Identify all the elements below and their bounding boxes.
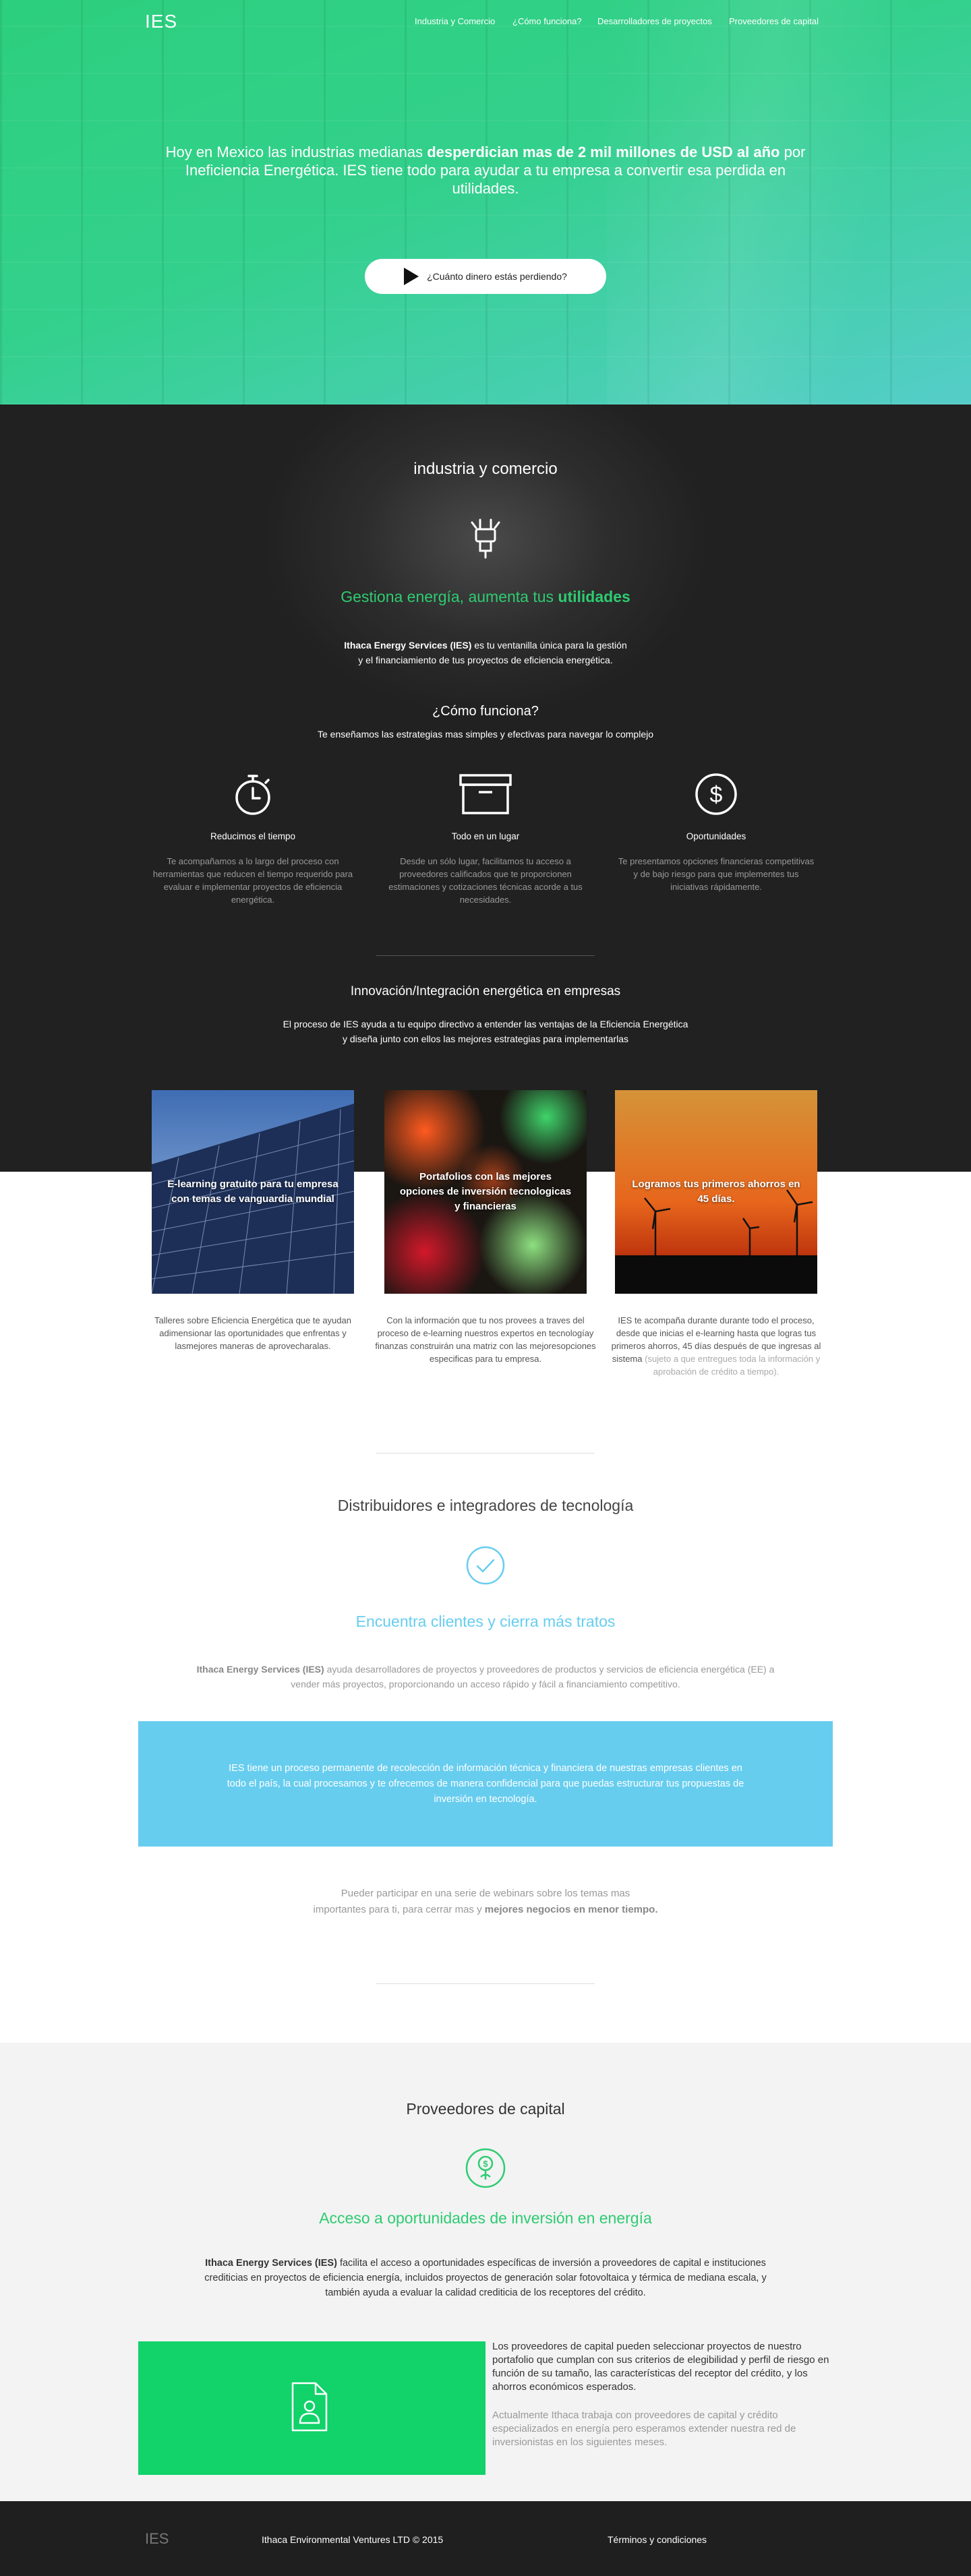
nav-proveedores[interactable]: Proveedores de capital	[729, 16, 819, 26]
footer-copyright: Ithaca Environmental Ventures LTD © 2015	[262, 2534, 444, 2545]
card-desc-note: (sujeto a que entregues toda la informac…	[645, 1354, 821, 1377]
section-divider	[376, 1983, 595, 1984]
how-subtitle: Te enseñamos las estrategias mas simples…	[317, 729, 654, 740]
intro-line-2: y el financiamiento de tus proyectos de …	[358, 655, 613, 665]
intro-line-2: vender más proyectos, proporcionando un …	[291, 1679, 680, 1689]
innovation-title: Innovación/Integración energética en emp…	[350, 984, 621, 998]
cta-label: ¿Cuánto dinero estás perdiendo?	[427, 271, 567, 282]
nav-industria[interactable]: Industria y Comercio	[415, 16, 495, 26]
feature-desc: Te presentamos opciones financieras comp…	[618, 856, 815, 892]
distribuidores-intro: Ithaca Energy Services (IES) ayuda desar…	[0, 1662, 971, 1691]
webinar-text: Pueder participar en una serie de webina…	[0, 1886, 971, 1918]
box-icon	[459, 774, 512, 814]
checkmark-icon	[466, 1546, 505, 1585]
section-divider	[376, 1453, 595, 1454]
industria-title: industria y comercio	[413, 460, 558, 478]
money-plant-icon: $	[465, 2148, 506, 2188]
feature-icon-wrap	[384, 771, 587, 818]
innovation-line-2: y diseña junto con ellos las mejores est…	[342, 1034, 629, 1044]
info-box-blue: IES tiene un proceso permanente de recol…	[138, 1721, 833, 1847]
document-icon	[291, 2382, 328, 2432]
feature-desc: Desde un sólo lugar, facilitamos tu acce…	[388, 856, 583, 905]
money-lost-button[interactable]: ¿Cuánto dinero estás perdiendo?	[365, 259, 606, 294]
intro-line-3: también ayuda a evaluar la calidad credi…	[325, 2287, 646, 2298]
svg-text:$: $	[710, 782, 723, 808]
footer-logo[interactable]: IES	[145, 2530, 169, 2548]
card-savings[interactable]: Logramos tus primeros ahorros en 45 días…	[615, 1090, 817, 1294]
intro-company: Ithaca Energy Services (IES)	[205, 2258, 337, 2269]
intro-company: Ithaca Energy Services (IES)	[344, 640, 472, 651]
plug-icon	[471, 518, 500, 559]
feature-icon-wrap	[152, 771, 354, 818]
stopwatch-icon	[235, 775, 270, 815]
card-elearning[interactable]: E-learning gratuito para tu empresa con …	[152, 1090, 354, 1294]
footer: IES Ithaca Environmental Ventures LTD © …	[0, 2501, 971, 2576]
distribuidores-title: Distribuidores e integradores de tecnolo…	[337, 1497, 634, 1514]
hero-text-pre: Hoy en Mexico las industrias medianas	[165, 144, 428, 160]
capital-title: Proveedores de capital	[406, 2100, 565, 2118]
main-nav: Industria y Comercio ¿Cómo funciona? Des…	[405, 16, 819, 30]
intro-line-1: es tu ventanilla única para la gestión	[471, 640, 627, 651]
intro-line-1: ayuda desarrolladores de proyectos y pro…	[324, 1664, 775, 1675]
tagline-bold: utilidades	[558, 588, 630, 605]
card-portfolios[interactable]: Portafolios con las mejores opciones de …	[384, 1090, 587, 1294]
svg-text:$: $	[483, 2159, 488, 2169]
site-logo[interactable]: IES	[145, 11, 177, 32]
nav-como-funciona[interactable]: ¿Cómo funciona?	[512, 16, 582, 26]
feature-opportunities: $ Oportunidades Te presentamos opciones …	[615, 771, 817, 893]
feature-icon-wrap: $	[615, 771, 817, 818]
feature-time: Reducimos el tiempo Te acompañamos a lo …	[152, 771, 354, 906]
card-desc-savings: IES te acompaña durante durante todo el …	[605, 1314, 827, 1378]
card-label: Portafolios con las mejores opciones de …	[399, 1171, 572, 1212]
feature-desc: Te acompañamos a lo largo del proceso co…	[152, 856, 353, 905]
hero-text-bold: desperdician mas de 2 mil millones de US…	[427, 144, 780, 160]
industria-tagline: Gestiona energía, aumenta tus utilidades	[0, 588, 971, 606]
intro-line-2: crediticias en proyectos de eficiencia e…	[204, 2273, 767, 2283]
card-desc-portfolios: Con la información que tu nos provees a …	[375, 1315, 596, 1364]
info-box-text: IES tiene un proceso permanente de recol…	[227, 1763, 744, 1805]
card-desc-elearning: Talleres sobre Eficiencia Energética que…	[154, 1315, 351, 1351]
webinar-line-2: importantes para ti, para cerrar mas y	[313, 1904, 485, 1915]
nav-desarrolladores[interactable]: Desarrolladores de proyectos	[597, 16, 712, 26]
capital-text-note: Actualmente Ithaca trabaja con proveedor…	[492, 2409, 796, 2448]
feature-title: Todo en un lugar	[451, 831, 520, 841]
card-label: Logramos tus primeros ahorros en 45 días…	[632, 1178, 800, 1205]
dollar-icon: $	[695, 773, 737, 815]
hero-section: IES Industria y Comercio ¿Cómo funciona?…	[0, 0, 971, 405]
webinar-line-1: Pueder participar en una serie de webina…	[341, 1888, 630, 1899]
intro-line-1: facilita el acceso a oportunidades espec…	[336, 2258, 766, 2269]
webinar-bold: mejores negocios en menor tiempo.	[484, 1904, 658, 1915]
terms-link[interactable]: Términos y condiciones	[608, 2534, 707, 2545]
card-label: E-learning gratuito para tu empresa con …	[167, 1178, 339, 1205]
section-divider	[376, 955, 595, 956]
capital-tagline: Acceso a oportunidades de inversión en e…	[319, 2209, 652, 2227]
industria-intro: Ithaca Energy Services (IES) es tu venta…	[0, 638, 971, 667]
tagline-pre: Gestiona energía, aumenta tus	[341, 588, 558, 605]
hero-light-overlay	[607, 0, 971, 405]
innovation-line-1: El proceso de IES ayuda a tu equipo dire…	[283, 1019, 688, 1029]
feature-all-in-one: Todo en un lugar Desde un sólo lugar, fa…	[384, 771, 587, 906]
intro-company: Ithaca Energy Services (IES)	[196, 1664, 324, 1675]
feature-title: Oportunidades	[686, 831, 746, 841]
how-title: ¿Cómo funciona?	[432, 704, 539, 719]
innovation-desc: El proceso de IES ayuda a tu equipo dire…	[0, 1017, 971, 1046]
capital-intro: Ithaca Energy Services (IES) facilita el…	[0, 2256, 971, 2300]
hero-headline: Hoy en Mexico las industrias medianas de…	[155, 143, 816, 198]
play-icon	[404, 268, 419, 285]
feature-title: Reducimos el tiempo	[210, 831, 296, 841]
capital-text-main: Los proveedores de capital pueden selecc…	[492, 2341, 829, 2393]
distribuidores-tagline: Encuentra clientes y cierra más tratos	[355, 1613, 616, 1630]
